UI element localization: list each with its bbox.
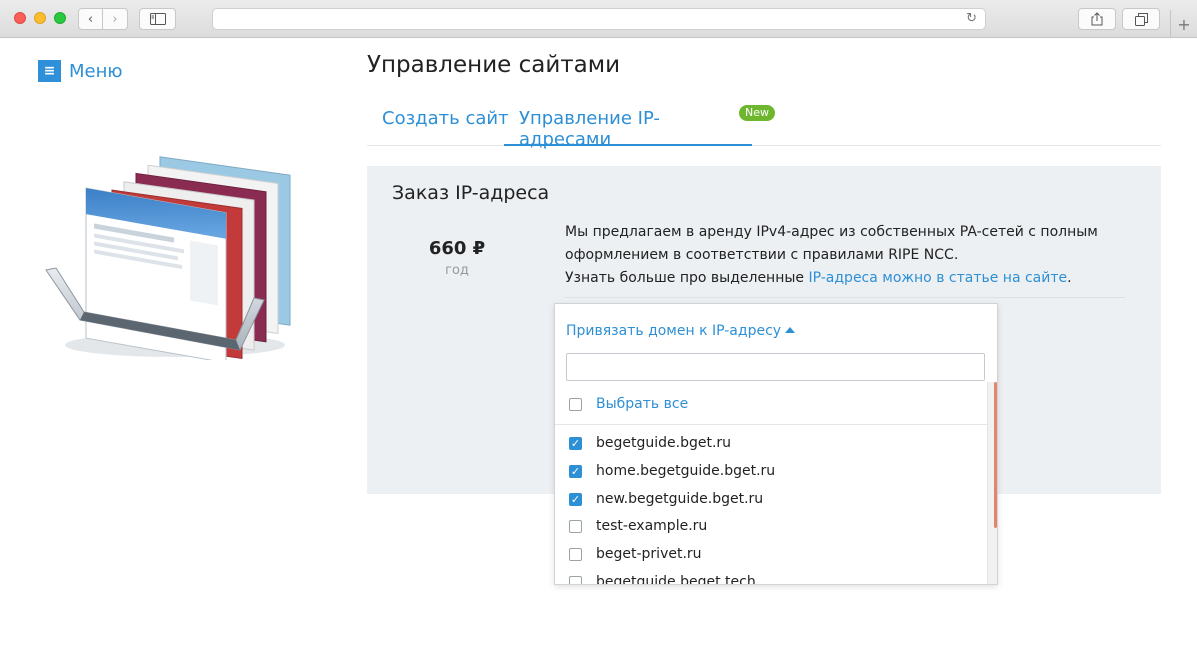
share-button[interactable] bbox=[1078, 8, 1116, 30]
sidebar-toggle-button[interactable] bbox=[139, 8, 176, 30]
domain-binding-dropdown: Привязать домен к IP-адресу Выбрать все … bbox=[554, 303, 998, 585]
zoom-window-button[interactable] bbox=[54, 12, 66, 24]
panel-title: Заказ IP-адреса bbox=[392, 182, 550, 204]
menu-label: Меню bbox=[69, 60, 123, 82]
description: Мы предлагаем в аренду IPv4-адрес из соб… bbox=[565, 221, 1125, 290]
hamburger-icon: ≡ bbox=[38, 60, 61, 82]
tab-ip-management[interactable]: Управление IP-адресами bbox=[504, 100, 752, 150]
plus-icon: + bbox=[1177, 14, 1191, 34]
checkbox[interactable] bbox=[569, 519, 582, 533]
list-item[interactable]: ✓ home.begetguide.bget.ru bbox=[569, 463, 775, 479]
caret-up-icon bbox=[785, 327, 796, 333]
checkbox[interactable] bbox=[569, 547, 582, 561]
address-bar[interactable]: ↻ bbox=[212, 8, 986, 30]
price-period: год bbox=[445, 263, 469, 278]
price-block: 660 ₽ год bbox=[417, 238, 497, 278]
domain-name: beget-privet.ru bbox=[596, 546, 702, 562]
description-text: . bbox=[1067, 270, 1072, 286]
price-value: 660 ₽ bbox=[428, 238, 486, 259]
share-icon bbox=[1091, 12, 1103, 26]
select-all-label: Выбрать все bbox=[596, 396, 689, 412]
websites-illustration-icon bbox=[45, 156, 291, 360]
checkbox[interactable] bbox=[569, 575, 582, 584]
show-tabs-button[interactable] bbox=[1122, 8, 1160, 30]
description-line: оформлением в соответствии с правилами R… bbox=[565, 247, 959, 263]
browser-toolbar: ‹ › ↻ + bbox=[0, 0, 1197, 38]
checkbox[interactable]: ✓ bbox=[569, 436, 582, 450]
divider bbox=[555, 424, 987, 425]
domain-name: begetguide.bget.ru bbox=[596, 435, 732, 451]
description-line: Узнать больше про выделенные IP-адреса м… bbox=[565, 267, 1125, 290]
chevron-right-icon: › bbox=[112, 11, 118, 27]
new-tab-button[interactable]: + bbox=[1170, 10, 1197, 38]
checkbox[interactable] bbox=[569, 397, 582, 411]
bind-domain-label: Привязать домен к IP-адресу bbox=[566, 323, 782, 339]
forward-button[interactable]: › bbox=[103, 8, 128, 30]
select-all-option[interactable]: Выбрать все bbox=[569, 396, 688, 412]
list-item[interactable]: ✓ new.begetguide.bget.ru bbox=[569, 491, 763, 507]
sidebar-icon bbox=[149, 13, 166, 25]
menu-button[interactable]: ≡ Меню bbox=[38, 60, 123, 82]
domain-search-input[interactable] bbox=[566, 353, 985, 381]
tab-bar: Создать сайт Управление IP-адресами New bbox=[367, 100, 1161, 150]
checkbox[interactable]: ✓ bbox=[569, 492, 582, 506]
list-item[interactable]: ✓ begetguide.bget.ru bbox=[569, 435, 731, 451]
domain-name: home.begetguide.bget.ru bbox=[596, 463, 776, 479]
checkbox[interactable]: ✓ bbox=[569, 464, 582, 478]
back-button[interactable]: ‹ bbox=[78, 8, 103, 30]
tab-create-site[interactable]: Создать сайт bbox=[382, 108, 509, 129]
tab-ip-label: Управление IP-адресами bbox=[519, 108, 660, 150]
domain-name: begetguide.beget.tech bbox=[596, 574, 756, 585]
domain-name: new.begetguide.bget.ru bbox=[596, 491, 764, 507]
page-title: Управление сайтами bbox=[367, 52, 621, 78]
close-window-button[interactable] bbox=[14, 12, 26, 24]
chevron-left-icon: ‹ bbox=[87, 11, 94, 27]
domain-list: Выбрать все ✓ begetguide.bget.ru ✓ home.… bbox=[555, 382, 987, 585]
list-item[interactable]: test-example.ru bbox=[569, 518, 707, 534]
list-item[interactable]: begetguide.beget.tech bbox=[569, 574, 756, 585]
list-item[interactable]: beget-privet.ru bbox=[569, 546, 702, 562]
divider bbox=[565, 297, 1125, 298]
reload-icon[interactable]: ↻ bbox=[966, 11, 977, 26]
domain-name: test-example.ru bbox=[596, 518, 708, 534]
article-link[interactable]: IP-адреса можно в статье на сайте bbox=[808, 270, 1067, 286]
bind-domain-toggle[interactable]: Привязать домен к IP-адресу bbox=[566, 323, 796, 339]
description-text: Узнать больше про выделенные bbox=[565, 270, 809, 286]
minimize-window-button[interactable] bbox=[34, 12, 46, 24]
new-badge: New bbox=[739, 105, 775, 121]
scrollbar-thumb[interactable] bbox=[994, 382, 997, 528]
tabs-icon bbox=[1134, 12, 1148, 26]
description-line: Мы предлагаем в аренду IPv4-адрес из соб… bbox=[565, 224, 1098, 240]
scrollbar[interactable] bbox=[987, 382, 997, 584]
